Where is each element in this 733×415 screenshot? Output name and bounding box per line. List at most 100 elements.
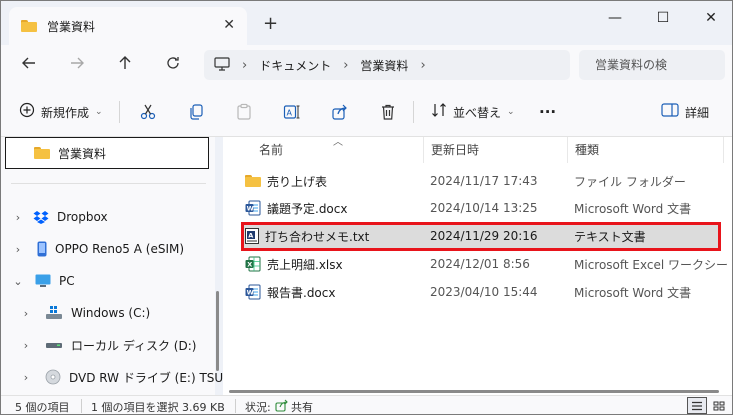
breadcrumb-chevron-icon: ›: [420, 57, 426, 73]
file-list: ︿ 名前 更新日時 種類 売り上げ表 2024/11/17 17:43 ファイル…: [223, 137, 732, 395]
breadcrumb-sales-materials[interactable]: 営業資料: [360, 57, 408, 74]
file-type: Microsoft Word 文書: [574, 201, 692, 216]
folder-icon: [34, 147, 50, 159]
scissors-icon: [140, 104, 156, 120]
new-button[interactable]: 新規作成 ⌄: [19, 99, 103, 125]
file-type: テキスト文書: [574, 229, 646, 244]
trash-icon: [382, 104, 394, 120]
refresh-button[interactable]: [159, 53, 187, 79]
up-button[interactable]: [111, 53, 139, 79]
svg-text:A: A: [287, 109, 293, 118]
svg-text:W: W: [247, 289, 254, 297]
share-icon: [332, 104, 347, 120]
plus-circle-icon: [19, 102, 35, 122]
column-divider[interactable]: [423, 137, 424, 163]
new-button-label: 新規作成: [41, 105, 90, 120]
rename-icon: A: [283, 105, 300, 119]
close-window-button[interactable]: ✕: [691, 7, 731, 29]
details-pane-button[interactable]: 詳細: [661, 99, 709, 125]
file-explorer-window: 営業資料 ✕ + — ☐ ✕ › ドキュメント › 営業資料 › 営業資料の検 …: [0, 0, 733, 415]
chevron-right-icon[interactable]: ›: [11, 211, 25, 224]
chevron-down-icon: ⌄: [95, 107, 103, 117]
toolbar-divider: [413, 101, 414, 123]
file-type: Microsoft Excel ワークシート: [574, 257, 733, 272]
monitor-icon: [214, 56, 230, 74]
selection-info: 1 個の項目を選択 3.69 KB: [91, 401, 225, 414]
breadcrumb-chevron-icon: ›: [343, 57, 349, 73]
breadcrumb-chevron-icon: ›: [242, 57, 248, 73]
minimize-button[interactable]: —: [595, 7, 635, 29]
details-pane-label: 詳細: [685, 105, 710, 120]
copy-button[interactable]: [187, 99, 205, 125]
list-view-icon: [692, 401, 702, 410]
chevron-right-icon[interactable]: ›: [19, 307, 33, 320]
forward-button[interactable]: [63, 53, 91, 79]
navigation-pane: 営業資料 › Dropbox › OPPO Reno5 A (eSIM) ⌄ P…: [1, 137, 246, 395]
folder-icon: [245, 175, 261, 187]
word-icon: W: [245, 284, 261, 300]
forward-arrow-icon: [71, 57, 84, 69]
file-date: 2024/12/01 8:56: [430, 257, 530, 271]
search-input[interactable]: 営業資料の検: [579, 50, 725, 80]
nav-item-dvd-e[interactable]: › DVD RW ドライブ (E:) TSUYAK: [19, 364, 246, 390]
tiles-view-button[interactable]: [709, 397, 729, 414]
nav-item-label: OPPO Reno5 A (eSIM): [55, 242, 185, 256]
excel-icon: X: [245, 256, 261, 272]
svg-text:X: X: [247, 261, 252, 269]
chevron-right-icon[interactable]: ›: [11, 243, 25, 256]
new-tab-button[interactable]: +: [263, 13, 278, 34]
chevron-down-icon: ⌄: [507, 107, 515, 117]
clipboard-icon: [237, 103, 251, 120]
details-view-button[interactable]: [687, 397, 707, 414]
horizontal-scrollbar[interactable]: [229, 390, 719, 393]
nav-item-phone[interactable]: › OPPO Reno5 A (eSIM): [11, 236, 184, 262]
column-header-type[interactable]: 種類: [575, 137, 599, 163]
file-row[interactable]: 売り上げ表 2024/11/17 17:43 ファイル フォルダー: [241, 168, 719, 194]
title-bar: 営業資料 ✕ + — ☐ ✕: [1, 1, 732, 45]
file-type: Microsoft Word 文書: [574, 285, 692, 300]
chevron-right-icon[interactable]: ›: [19, 339, 33, 352]
cut-button[interactable]: [139, 99, 157, 125]
nav-item-label: PC: [59, 274, 75, 288]
column-divider[interactable]: [567, 137, 568, 163]
nav-item-label: Windows (C:): [71, 306, 151, 320]
chevron-right-icon[interactable]: ›: [19, 371, 33, 384]
column-divider[interactable]: [723, 137, 724, 163]
nav-item-pc[interactable]: ⌄ PC: [11, 268, 75, 294]
nav-item-label: DVD RW ドライブ (E:) TSUYAK: [69, 370, 246, 385]
file-row[interactable]: W 議題予定.docx 2024/10/14 13:25 Microsoft W…: [241, 195, 719, 221]
column-header-date[interactable]: 更新日時: [431, 137, 479, 163]
file-row[interactable]: X 売上明細.xlsx 2024/12/01 8:56 Microsoft Ex…: [241, 251, 732, 277]
share-button[interactable]: [331, 99, 349, 125]
nav-scrollbar[interactable]: [216, 291, 219, 371]
windows-drive-icon: [45, 306, 63, 320]
address-bar[interactable]: › ドキュメント › 営業資料 ›: [204, 50, 570, 80]
tab-sales-materials[interactable]: 営業資料 ✕: [9, 7, 247, 45]
file-date: 2024/10/14 13:25: [430, 201, 538, 215]
item-count: 5 個の項目: [15, 401, 70, 414]
back-button[interactable]: [15, 53, 43, 79]
nav-item-sales-materials[interactable]: 営業資料: [5, 137, 209, 169]
close-tab-icon[interactable]: ✕: [223, 17, 235, 33]
phone-icon: [37, 241, 47, 257]
nav-item-windows-c[interactable]: › Windows (C:): [19, 300, 150, 326]
up-arrow-icon: [119, 56, 131, 69]
breadcrumb-documents[interactable]: ドキュメント: [259, 57, 331, 74]
svg-text:W: W: [247, 205, 254, 213]
file-row[interactable]: W 報告書.docx 2023/04/10 15:44 Microsoft Wo…: [241, 279, 719, 305]
file-row-selected[interactable]: A 打ち合わせメモ.txt 2024/11/29 20:16 テキスト文書: [241, 223, 719, 249]
sort-button[interactable]: 並べ替え ⌄: [431, 99, 515, 125]
paste-button[interactable]: [235, 99, 253, 125]
status-divider: [235, 399, 236, 413]
toolbar-divider: [119, 101, 120, 123]
nav-item-local-disk-d[interactable]: › ローカル ディスク (D:): [19, 332, 197, 358]
nav-item-dropbox[interactable]: › Dropbox: [11, 204, 108, 230]
rename-button[interactable]: A: [283, 99, 301, 125]
column-header-name[interactable]: 名前: [259, 137, 283, 163]
maximize-button[interactable]: ☐: [643, 7, 683, 29]
more-options-button[interactable]: ···: [539, 99, 556, 125]
copy-icon: [190, 104, 203, 120]
chevron-down-icon[interactable]: ⌄: [11, 275, 25, 288]
delete-button[interactable]: [379, 99, 397, 125]
share-status-icon: [275, 399, 289, 414]
